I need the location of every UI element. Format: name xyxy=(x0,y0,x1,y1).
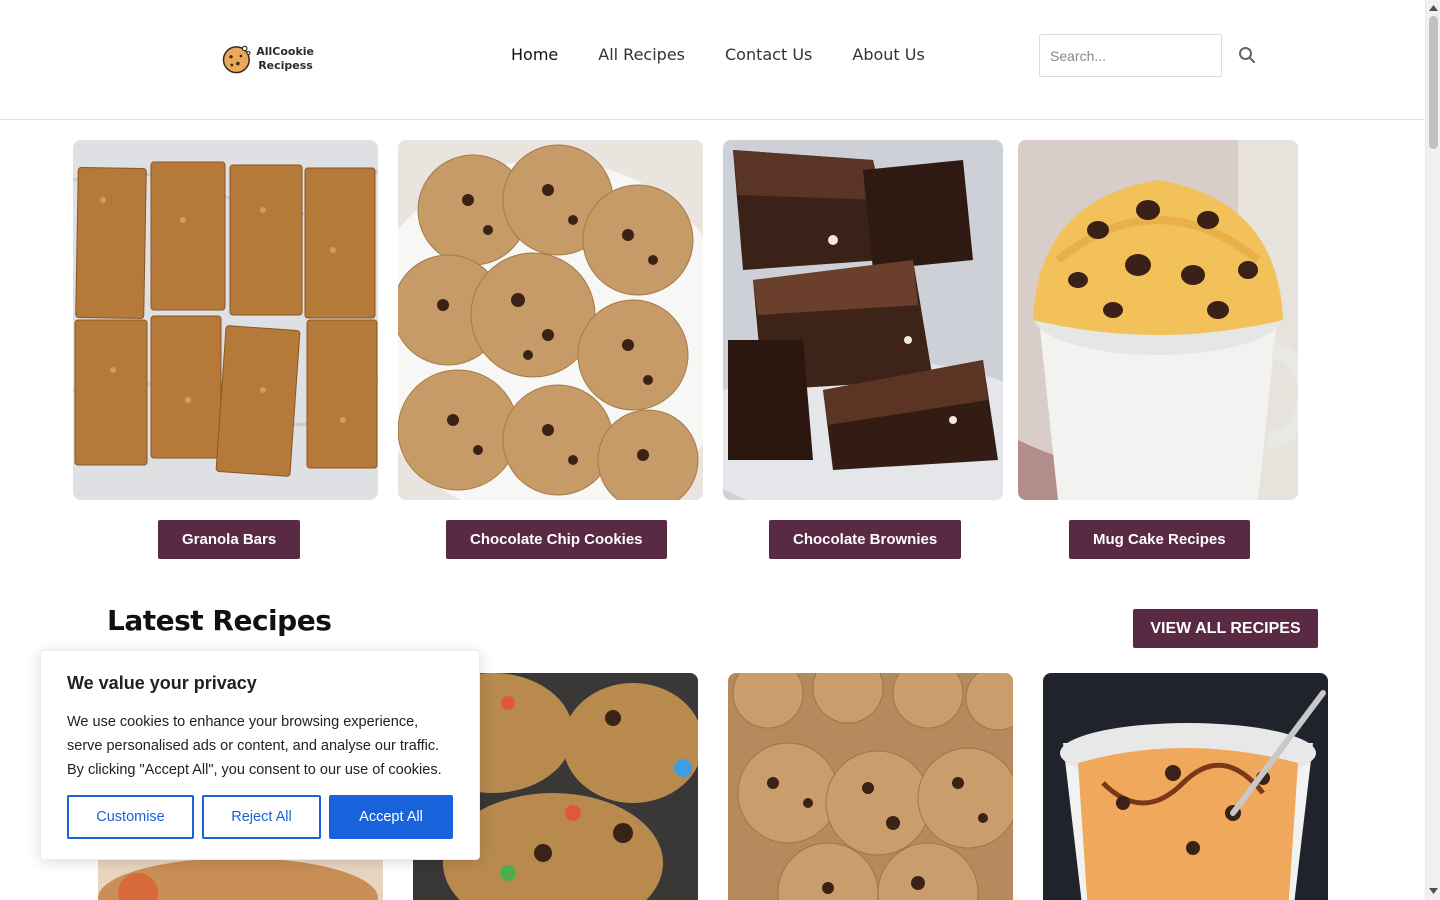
search-input[interactable] xyxy=(1039,34,1222,77)
cookies-photo xyxy=(398,140,703,500)
brownies-photo xyxy=(723,140,1003,500)
cookie-banner-text: We use cookies to enhance your browsing … xyxy=(67,714,442,778)
page-scrollbar[interactable] xyxy=(1425,0,1440,900)
chocolate-brownies-image[interactable] xyxy=(723,140,1003,500)
view-all-recipes-button[interactable]: VIEW ALL RECIPES xyxy=(1133,609,1318,648)
mug-cake-image[interactable] xyxy=(1018,140,1298,500)
recipe-card-image-4[interactable] xyxy=(1043,673,1328,900)
nav-about-us[interactable]: About Us xyxy=(852,44,924,66)
granola-bars-photo xyxy=(73,140,378,500)
granola-bars-image[interactable] xyxy=(73,140,378,500)
site-logo[interactable]: AllCookie Recipess xyxy=(222,39,314,79)
chocolate-chip-cookies-button[interactable]: Chocolate Chip Cookies xyxy=(446,520,667,559)
search-button[interactable] xyxy=(1236,44,1258,66)
scroll-down-arrow-icon[interactable] xyxy=(1429,886,1438,895)
recipe-card-image-3[interactable] xyxy=(728,673,1013,900)
nav-contact-us[interactable]: Contact Us xyxy=(725,44,812,66)
recipe-photo-4 xyxy=(1043,673,1328,900)
search-icon xyxy=(1239,47,1256,64)
site-header: AllCookie Recipess Home All Recipes Cont… xyxy=(0,0,1425,120)
cookie-consent-banner: We value your privacy We use cookies to … xyxy=(40,650,480,860)
logo-text: AllCookie Recipess xyxy=(256,45,314,73)
logo-line2: Recipess xyxy=(258,59,313,72)
cookie-banner-title: We value your privacy xyxy=(67,673,257,693)
nav-home[interactable]: Home xyxy=(511,44,558,66)
main-nav: Home All Recipes Contact Us About Us xyxy=(511,44,925,66)
scrollbar-thumb[interactable] xyxy=(1429,16,1438,149)
nav-all-recipes[interactable]: All Recipes xyxy=(598,44,685,66)
cookie-banner-actions: Customise Reject All Accept All xyxy=(67,795,453,839)
granola-bars-button[interactable]: Granola Bars xyxy=(158,520,301,559)
cookie-customise-button[interactable]: Customise xyxy=(67,795,194,839)
recipe-photo-3 xyxy=(728,673,1013,900)
chocolate-chip-cookies-image[interactable] xyxy=(398,140,703,500)
mug-cake-photo xyxy=(1018,140,1298,500)
cookie-accept-all-button[interactable]: Accept All xyxy=(329,795,453,839)
mug-cake-recipes-button[interactable]: Mug Cake Recipes xyxy=(1069,520,1250,559)
latest-recipes-heading: Latest Recipes xyxy=(107,604,332,637)
logo-line1: AllCookie xyxy=(256,45,314,58)
chocolate-brownies-button[interactable]: Chocolate Brownies xyxy=(769,520,962,559)
cookie-reject-all-button[interactable]: Reject All xyxy=(202,795,321,839)
scroll-up-arrow-icon[interactable] xyxy=(1429,3,1438,12)
cookie-logo-icon xyxy=(222,45,251,74)
